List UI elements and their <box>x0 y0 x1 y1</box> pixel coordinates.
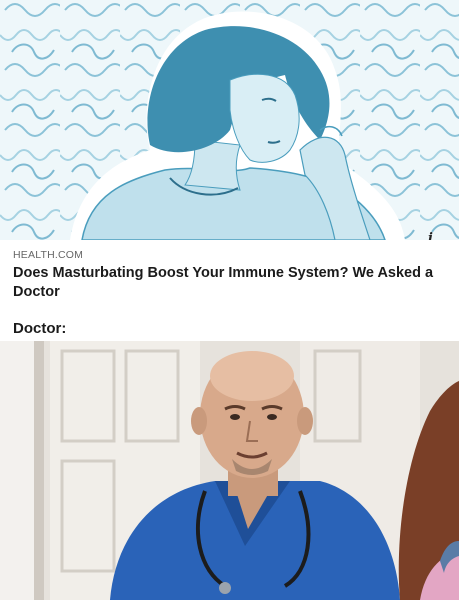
doctor-photo <box>0 341 459 600</box>
article-image[interactable]: i <box>0 0 459 240</box>
info-icon[interactable]: i <box>428 231 433 240</box>
article-illustration <box>0 0 459 240</box>
doctor-scene <box>0 341 459 600</box>
meme-caption: Doctor: <box>13 320 67 337</box>
article-source: HEALTH.COM <box>13 249 84 261</box>
article-headline[interactable]: Does Masturbating Boost Your Immune Syst… <box>13 264 445 302</box>
meme-post: i HEALTH.COM Does Masturbating Boost You… <box>0 0 459 600</box>
